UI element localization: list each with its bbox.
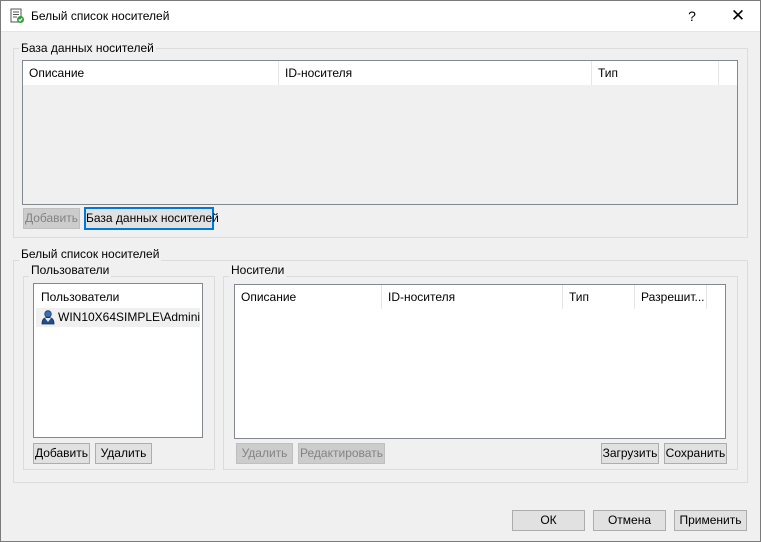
column-allowed[interactable]: Разрешит... — [635, 285, 707, 309]
user-item-label: WIN10X64SIMPLE\Admini... — [58, 310, 200, 324]
apply-button[interactable]: Применить — [674, 510, 747, 531]
media-db-list-header: Описание ID-носителя Тип — [23, 61, 737, 85]
list-item[interactable]: WIN10X64SIMPLE\Admini... — [36, 308, 200, 327]
users-list[interactable]: Пользователи WIN10X64SIMPLE\Admini... — [33, 283, 203, 438]
close-icon: ✕ — [730, 6, 746, 25]
column-media-id[interactable]: ID-носителя — [382, 285, 563, 309]
users-add-button[interactable]: Добавить — [33, 443, 90, 464]
users-group-label: Пользователи — [29, 263, 112, 277]
users-delete-button[interactable]: Удалить — [95, 443, 152, 464]
media-group-label: Носители — [229, 263, 287, 277]
media-list[interactable]: Описание ID-носителя Тип Разрешит... — [234, 284, 726, 439]
media-list-header: Описание ID-носителя Тип Разрешит... — [235, 285, 725, 309]
close-button[interactable]: ✕ — [719, 0, 757, 32]
media-edit-button[interactable]: Редактировать — [298, 443, 385, 464]
media-db-list-body — [23, 85, 737, 204]
whitelist-group-label: Белый список носителей — [19, 247, 162, 261]
media-db-add-button[interactable]: Добавить — [23, 208, 80, 229]
column-description[interactable]: Описание — [235, 285, 382, 309]
media-load-button[interactable]: Загрузить — [601, 443, 659, 464]
title-bar: Белый список носителей ? ✕ — [0, 0, 761, 32]
media-db-group-label: База данных носителей — [19, 41, 156, 55]
column-description[interactable]: Описание — [23, 61, 279, 85]
cancel-button[interactable]: Отмена — [593, 510, 666, 531]
media-db-list[interactable]: Описание ID-носителя Тип — [22, 60, 738, 205]
media-save-button[interactable]: Сохранить — [664, 443, 727, 464]
column-type[interactable]: Тип — [563, 285, 635, 309]
user-icon — [40, 309, 56, 325]
window-title: Белый список носителей — [31, 9, 170, 23]
whitelist-app-icon — [9, 8, 25, 24]
users-list-header: Пользователи — [41, 290, 120, 304]
media-db-open-button[interactable]: База данных носителей — [84, 207, 219, 230]
help-button[interactable]: ? — [674, 0, 710, 32]
column-type[interactable]: Тип — [592, 61, 719, 85]
ok-button[interactable]: ОК — [512, 510, 585, 531]
media-delete-button[interactable]: Удалить — [236, 443, 293, 464]
column-media-id[interactable]: ID-носителя — [279, 61, 592, 85]
